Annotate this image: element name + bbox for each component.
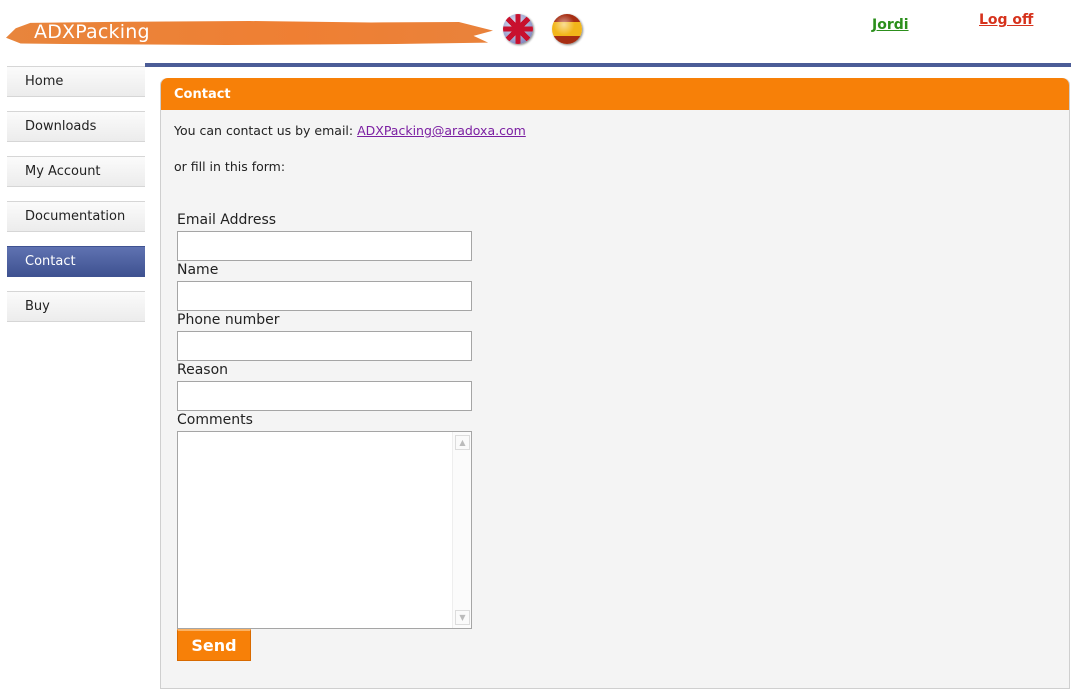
reason-label: Reason	[177, 362, 229, 378]
comments-label: Comments	[177, 412, 253, 428]
sidebar-item-downloads[interactable]: Downloads	[7, 111, 145, 142]
reason-field[interactable]	[177, 381, 472, 411]
sidebar-item-home[interactable]: Home	[7, 66, 145, 97]
send-button[interactable]: Send	[177, 629, 251, 661]
name-field[interactable]	[177, 281, 472, 311]
phone-label: Phone number	[177, 312, 280, 328]
name-label: Name	[177, 262, 219, 278]
contact-intro: You can contact us by email: ADXPacking@…	[174, 123, 526, 138]
user-account-link[interactable]: Jordi	[872, 17, 909, 33]
email-field[interactable]	[177, 231, 472, 261]
logo-text: ADXPacking	[34, 21, 150, 43]
sidebar-item-my-account[interactable]: My Account	[7, 156, 145, 187]
email-link[interactable]: ADXPacking@aradoxa.com	[357, 123, 526, 138]
scroll-down-icon[interactable]: ▼	[455, 610, 470, 625]
form-intro-text: or fill in this form:	[174, 159, 286, 174]
header-divider	[145, 63, 1071, 67]
comments-scrollbar[interactable]: ▲ ▼	[452, 432, 471, 628]
scroll-up-icon[interactable]: ▲	[455, 435, 470, 450]
phone-field[interactable]	[177, 331, 472, 361]
logo[interactable]: ADXPacking	[6, 18, 493, 48]
contact-panel: Contact You can contact us by email: ADX…	[160, 78, 1070, 689]
spain-flag-icon[interactable]	[552, 14, 582, 44]
panel-title: Contact	[161, 78, 1069, 110]
sidebar-nav: Home Downloads My Account Documentation …	[7, 66, 145, 336]
logoff-link[interactable]: Log off	[979, 12, 1033, 28]
sidebar-item-contact[interactable]: Contact	[7, 246, 145, 277]
email-label: Email Address	[177, 212, 277, 228]
sidebar-item-documentation[interactable]: Documentation	[7, 201, 145, 232]
uk-flag-icon[interactable]	[503, 14, 533, 44]
sidebar-item-buy[interactable]: Buy	[7, 291, 145, 322]
comments-textarea[interactable]: ▲ ▼	[177, 431, 472, 629]
intro-text: You can contact us by email:	[174, 123, 358, 138]
